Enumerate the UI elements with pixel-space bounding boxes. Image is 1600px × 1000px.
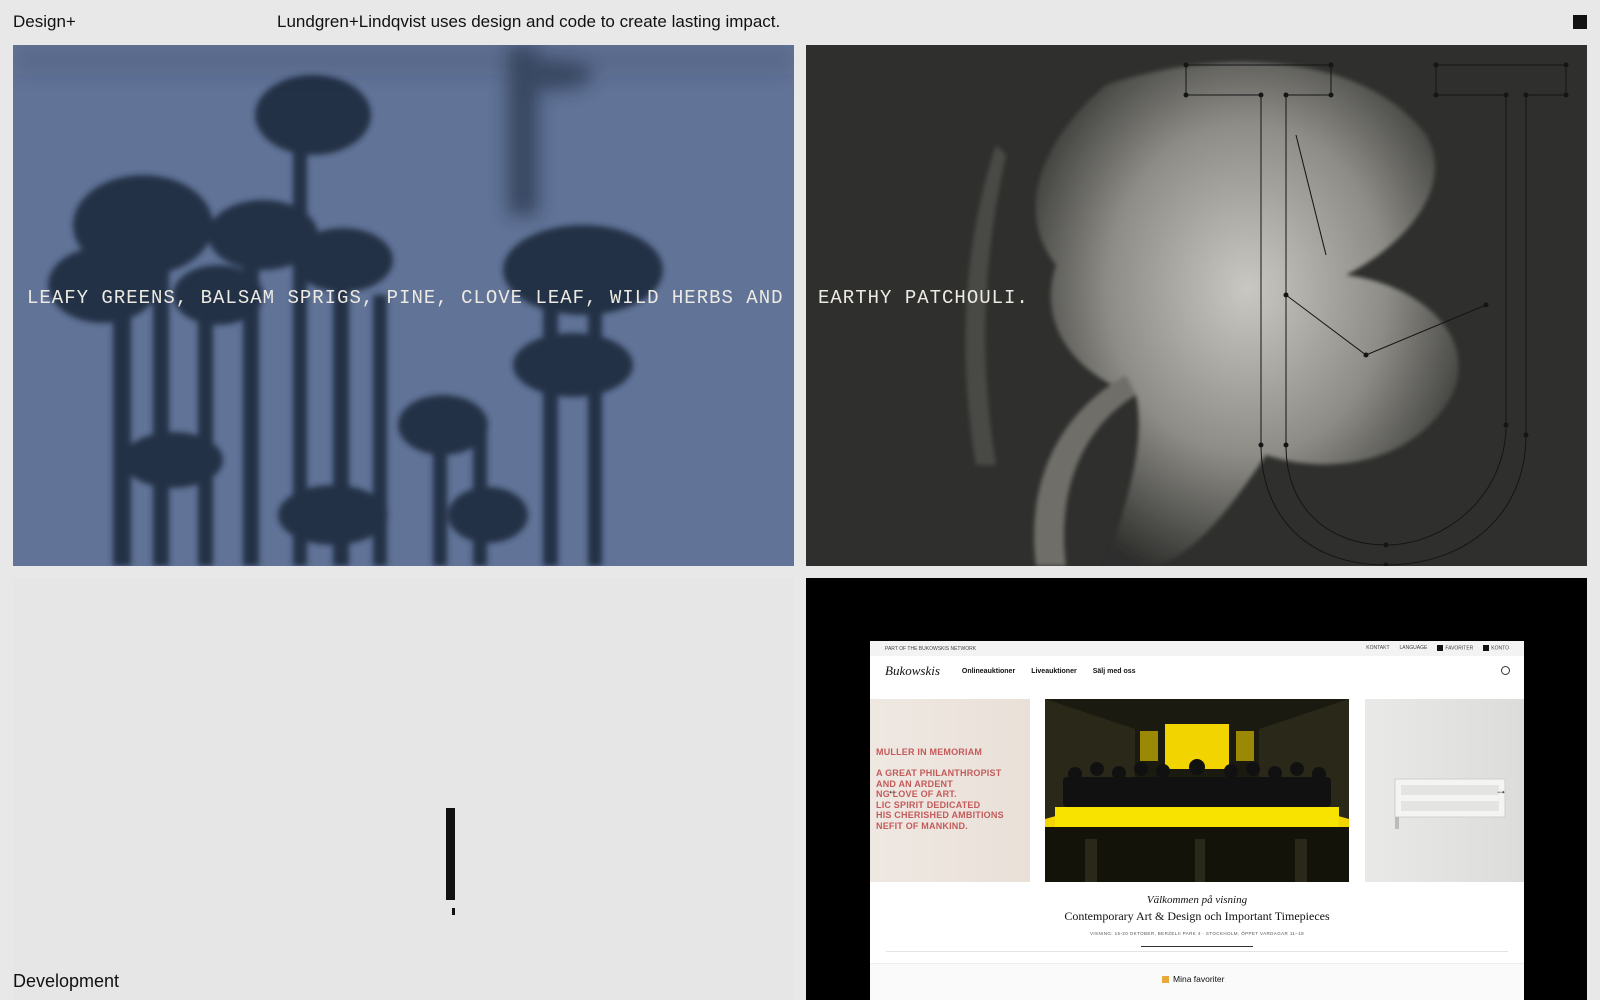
mockup-carousel: MULLER IN MEMORIAM A GREAT PHILANTHROPIS…	[870, 699, 1524, 882]
mockup-topbar-konto-wrap: KONTO	[1483, 645, 1509, 652]
mockup-favorites-bar: Mina favoriter	[870, 963, 1524, 1000]
project-tile-website[interactable]: PART OF THE BUKOWSKIS NETWORK KONTAKT LA…	[806, 578, 1587, 1000]
mockup-nav-item: Sälj med oss	[1092, 667, 1136, 675]
bukowskis-website-mockup: PART OF THE BUKOWSKIS NETWORK KONTAKT LA…	[870, 641, 1524, 1000]
project-tile-white-flower[interactable]: EARTHY PATCHOULI.	[806, 45, 1587, 566]
scent-caption-continued: EARTHY PATCHOULI.	[818, 287, 1029, 309]
mockup-topbar-kontakt: KONTAKT	[1366, 645, 1390, 652]
mockup-topbar-favoriter-wrap: FAVORITER	[1437, 645, 1474, 652]
user-icon	[1483, 645, 1490, 652]
mockup-topbar-konto: KONTO	[1491, 645, 1509, 652]
mockup-divider	[886, 951, 1508, 952]
arrow-right-icon: →	[1495, 783, 1507, 797]
mockup-nav: Bukowskis Onlineauktioner Liveauktioner …	[870, 656, 1524, 686]
mockup-welcome: Välkommen på visning Contemporary Art & …	[870, 894, 1524, 936]
welcome-underline	[1141, 946, 1253, 947]
text-cursor-icon	[446, 808, 455, 900]
mockup-network-label: PART OF THE BUKOWSKIS NETWORK	[885, 645, 977, 652]
carousel-slide-last-supper	[1045, 699, 1349, 882]
brand-link[interactable]: Design+	[13, 12, 76, 32]
site-header: Design+ Lundgren+Lindqvist uses design a…	[0, 0, 1600, 45]
tagline: Lundgren+Lindqvist uses design and code …	[277, 12, 781, 31]
mockup-logo: Bukowskis	[885, 663, 940, 678]
project-tile-blue-flowers[interactable]: LEAFY GREENS, BALSAM SPRIGS, PINE, CLOVE…	[13, 45, 794, 566]
favorites-link: Mina favoriter	[1162, 974, 1225, 984]
project-tile-development[interactable]: Development	[13, 578, 794, 1000]
category-label: Development	[13, 971, 120, 991]
menu-square-icon[interactable]	[1573, 15, 1587, 29]
scent-caption: LEAFY GREENS, BALSAM SPRIGS, PINE, CLOVE…	[27, 287, 784, 309]
heart-icon	[1437, 645, 1444, 652]
mockup-nav-item: Onlineauktioner	[961, 667, 1016, 675]
welcome-subtitle: Contemporary Art & Design och Important …	[1064, 909, 1330, 923]
last-supper-artwork	[1045, 699, 1349, 882]
welcome-title: Välkommen på visning	[1146, 894, 1248, 906]
mockup-topbar-language: LANGUAGE	[1399, 645, 1428, 652]
favorites-label: Mina favoriter	[1173, 974, 1225, 984]
favorite-icon	[1162, 975, 1169, 983]
mockup-topbar: PART OF THE BUKOWSKIS NETWORK KONTAKT LA…	[870, 641, 1524, 656]
arrow-left-icon: ←	[887, 783, 899, 797]
search-icon	[1501, 666, 1510, 675]
welcome-details: VISNING: 15-20 OKTOBER, BERZELII PARK 4 …	[1089, 931, 1304, 936]
mockup-nav-item: Liveauktioner	[1031, 667, 1077, 675]
mockup-topbar-favoriter: FAVORITER	[1445, 645, 1474, 652]
cursor-tick	[452, 908, 455, 915]
